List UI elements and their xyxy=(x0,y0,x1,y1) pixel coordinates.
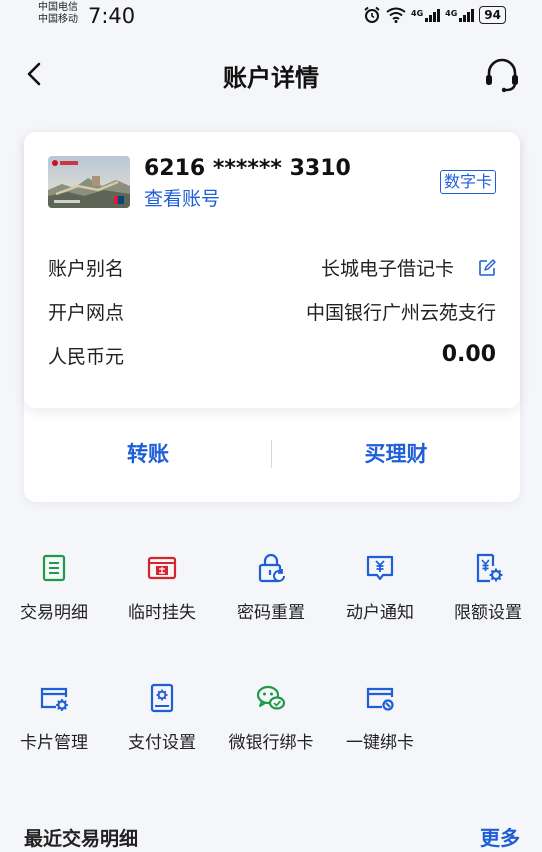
account-card-details: 6216 ****** 3310 查看账号 数字卡 账户别名 长城电子借记卡 开… xyxy=(24,132,520,408)
alarm-icon xyxy=(364,6,380,23)
carrier-labels: 中国电信 中国移动 xyxy=(38,2,78,26)
func-label: 卡片管理 xyxy=(20,733,88,753)
bank-card-thumbnail xyxy=(48,156,130,208)
navbar: 账户详情 xyxy=(0,44,542,104)
quick-bind-icon xyxy=(366,687,394,711)
network-type-2: 4G xyxy=(445,8,458,18)
func-card-management[interactable]: 卡片管理 xyxy=(0,682,108,772)
func-limit-settings[interactable]: 限额设置 xyxy=(434,552,542,642)
func-label: 密码重置 xyxy=(237,603,305,623)
carrier-1: 中国电信 xyxy=(38,2,78,13)
buy-wealth-button[interactable]: 买理财 xyxy=(272,438,520,468)
card-manage-icon xyxy=(40,687,68,711)
func-label: 支付设置 xyxy=(128,733,196,753)
great-wall-card-image xyxy=(48,156,130,208)
func-temp-loss[interactable]: 临时挂失 xyxy=(108,552,216,642)
card-actions: 转账 买理财 xyxy=(24,408,520,502)
info-row-alias: 账户别名 长城电子借记卡 xyxy=(48,254,496,284)
signal-icon: 4G xyxy=(445,8,475,22)
func-label: 动户通知 xyxy=(346,603,414,623)
more-link[interactable]: 更多 xyxy=(480,822,520,851)
card-loss-icon xyxy=(147,556,177,580)
carrier-2: 中国移动 xyxy=(38,14,78,25)
network-type-1: 4G xyxy=(411,8,424,18)
func-wechat-bind[interactable]: 微银行绑卡 xyxy=(217,682,325,772)
balance-value: 0.00 xyxy=(441,342,496,367)
transaction-list-icon xyxy=(42,554,66,582)
info-value: 中国银行广州云苑支行 xyxy=(305,302,496,324)
limit-settings-icon xyxy=(476,553,503,583)
func-account-notice[interactable]: 动户通知 xyxy=(326,552,434,642)
func-label: 临时挂失 xyxy=(128,603,196,623)
edit-icon[interactable] xyxy=(478,259,496,277)
func-password-reset[interactable]: 密码重置 xyxy=(217,552,325,642)
battery-icon: 94 xyxy=(479,6,506,24)
alias-value-group[interactable]: 长城电子借记卡 xyxy=(321,254,496,281)
view-account-link[interactable]: 查看账号 xyxy=(144,184,220,211)
info-value: 长城电子借记卡 xyxy=(320,258,454,280)
recent-transactions-title: 最近交易明细 xyxy=(24,828,139,850)
func-transaction-details[interactable]: 交易明细 xyxy=(0,552,108,642)
wechat-bind-icon xyxy=(256,685,286,710)
func-quick-bind[interactable]: 一键绑卡 xyxy=(326,682,434,772)
info-row-balance: 人民币元 0.00 xyxy=(48,342,496,372)
func-payment-settings[interactable]: 支付设置 xyxy=(108,682,216,772)
notification-yuan-icon xyxy=(366,555,394,581)
card-number: 6216 ****** 3310 xyxy=(144,156,351,181)
status-icons: 4G 4G 94 xyxy=(363,6,506,24)
lock-reset-icon xyxy=(258,553,285,583)
func-label: 一键绑卡 xyxy=(346,733,414,753)
headset-icon[interactable] xyxy=(482,56,522,94)
status-bar: 中国电信 中国移动 7:40 4G 4G 94 xyxy=(0,0,542,34)
info-label: 账户别名 xyxy=(48,258,125,280)
payment-settings-icon xyxy=(150,683,174,713)
signal-icon: 4G xyxy=(411,8,441,22)
info-label: 开户网点 xyxy=(48,302,125,324)
info-row-branch: 开户网点 中国银行广州云苑支行 xyxy=(48,298,496,328)
func-label: 微银行绑卡 xyxy=(228,733,314,753)
status-time: 7:40 xyxy=(88,4,136,28)
func-label: 限额设置 xyxy=(454,603,522,623)
transfer-button[interactable]: 转账 xyxy=(24,438,272,468)
wifi-icon xyxy=(386,7,406,23)
page-title: 账户详情 xyxy=(223,64,319,92)
account-card: 6216 ****** 3310 查看账号 数字卡 账户别名 长城电子借记卡 开… xyxy=(24,132,520,502)
digital-card-badge: 数字卡 xyxy=(439,170,496,194)
info-label: 人民币元 xyxy=(48,346,125,368)
func-label: 交易明细 xyxy=(20,603,88,623)
